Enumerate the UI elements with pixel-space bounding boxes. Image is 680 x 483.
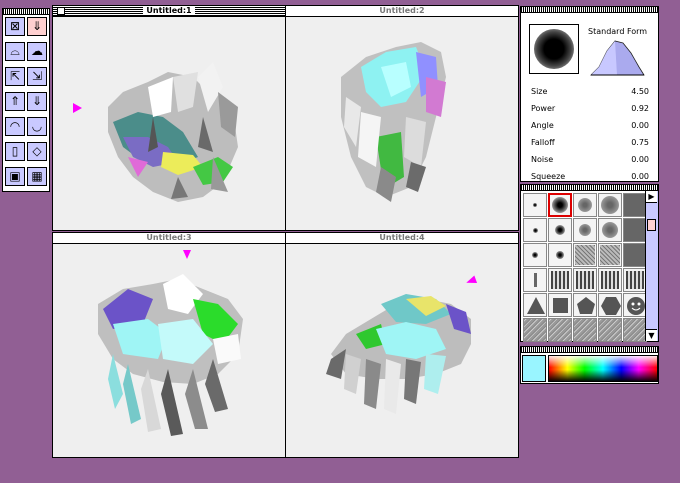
viewport-window-3[interactable]: Untitled:3 (52, 232, 286, 458)
brush-cell[interactable] (598, 243, 622, 267)
param-label: Size (531, 87, 548, 96)
brush-cell[interactable] (623, 218, 647, 242)
brush-library-panel: ▶ ▼ (520, 184, 659, 342)
brush-cell[interactable] (598, 318, 622, 342)
scroll-thumb[interactable] (647, 219, 656, 231)
close-box-icon[interactable] (57, 7, 65, 15)
brush-cell[interactable] (573, 243, 597, 267)
panel-drag-bar[interactable] (521, 347, 658, 353)
param-label: Falloff (531, 138, 555, 147)
brush-cell[interactable] (623, 243, 647, 267)
color-picker-panel (520, 346, 659, 384)
window-title: Untitled:3 (143, 233, 195, 242)
push-down-icon[interactable]: ⇓ (27, 92, 47, 111)
scroll-down-icon[interactable]: ▼ (646, 329, 657, 341)
brush-cell[interactable] (573, 268, 597, 292)
pull-up-icon[interactable]: ⇑ (5, 92, 25, 111)
brush-cell[interactable] (598, 193, 622, 217)
window-title: Untitled:4 (376, 233, 428, 242)
window-title-bar[interactable]: Untitled:3 (53, 233, 285, 244)
window-title: Untitled:1 (143, 6, 195, 15)
view-marker-icon (183, 250, 191, 259)
brush-cell[interactable] (548, 243, 572, 267)
brush-cell[interactable] (598, 268, 622, 292)
window-title-bar[interactable]: Untitled:4 (286, 233, 518, 244)
brush-cell[interactable] (523, 268, 547, 292)
param-value[interactable]: 0.75 (631, 134, 649, 151)
brush-params-list: Size 4.50 Power 0.92 Angle 0.00 Falloff 0.75 Noi… (531, 83, 649, 185)
brush-cell[interactable] (623, 293, 647, 317)
param-row-angle[interactable]: Angle 0.00 (531, 117, 649, 134)
brush-cell[interactable] (598, 218, 622, 242)
brush-tool-icon[interactable]: ⊠ (5, 17, 25, 36)
fan-in-icon[interactable]: ◡ (27, 117, 47, 136)
param-value[interactable]: 0.00 (631, 151, 649, 168)
viewport-window-2[interactable]: Untitled:2 (285, 5, 519, 231)
window-title-bar[interactable]: Untitled:2 (286, 6, 518, 17)
brush-cell[interactable] (598, 293, 622, 317)
tool-palette: ⊠ ⇓ ⌓ ☁ ⇱ ⇲ ⇑ ⇓ ◠ ◡ ▯ ◇ ▣ ▦ (2, 8, 50, 192)
tool-palette-drag-bar[interactable] (3, 9, 49, 15)
window-title-bar[interactable]: Untitled:1 (53, 6, 285, 17)
param-row-power[interactable]: Power 0.92 (531, 100, 649, 117)
brush-cell[interactable] (523, 318, 547, 342)
param-label: Squeeze (531, 172, 566, 181)
param-value[interactable]: 0.92 (631, 100, 649, 117)
param-value[interactable]: 0.00 (631, 168, 649, 185)
brush-cell[interactable] (573, 293, 597, 317)
viewport-window-1[interactable]: Untitled:1 (52, 5, 286, 231)
panel-drag-bar[interactable] (521, 185, 658, 191)
sculpt-mesh-view-1[interactable] (53, 17, 285, 230)
window-title: Untitled:2 (376, 6, 428, 15)
brush-cell[interactable] (548, 293, 572, 317)
box-icon[interactable]: ▦ (27, 167, 47, 186)
color-spectrum[interactable] (548, 355, 658, 382)
brush-cell[interactable] (623, 268, 647, 292)
brush-settings-panel: Standard Form Size 4.50 Power 0.92 Angle 0.00… (520, 6, 659, 182)
brush-cell[interactable] (573, 318, 597, 342)
param-label: Power (531, 104, 556, 113)
brush-cell[interactable] (573, 218, 597, 242)
push-in-icon[interactable]: ⇲ (27, 67, 47, 86)
brush-cell[interactable] (623, 193, 647, 217)
brush-cell[interactable] (548, 268, 572, 292)
view-marker-icon (73, 103, 82, 113)
brush-cell[interactable] (548, 318, 572, 342)
brush-cell[interactable] (523, 218, 547, 242)
param-row-squeeze[interactable]: Squeeze 0.00 (531, 168, 649, 185)
param-row-falloff[interactable]: Falloff 0.75 (531, 134, 649, 151)
cylinder-icon[interactable]: ▯ (5, 142, 25, 161)
scroll-right-icon[interactable]: ▶ (646, 191, 657, 203)
brush-cell[interactable] (523, 243, 547, 267)
cube-icon[interactable]: ▣ (5, 167, 25, 186)
sculpt-mesh-view-4[interactable] (286, 244, 518, 457)
falloff-form-preview[interactable] (589, 37, 645, 77)
current-color-swatch[interactable] (522, 355, 546, 382)
form-label: Standard Form (588, 27, 648, 36)
param-label: Angle (531, 121, 554, 130)
inflate-tool-icon[interactable]: ☁ (27, 42, 47, 61)
paint-drip-icon[interactable]: ⇓ (27, 17, 47, 36)
param-value[interactable]: 4.50 (631, 83, 649, 100)
cone-icon[interactable]: ◇ (27, 142, 47, 161)
push-out-icon[interactable]: ⇱ (5, 67, 25, 86)
brush-cell[interactable] (623, 318, 647, 342)
brush-cell[interactable] (523, 293, 547, 317)
param-row-size[interactable]: Size 4.50 (531, 83, 649, 100)
sculpt-mesh-view-3[interactable] (53, 244, 285, 457)
library-scrollbar[interactable]: ▶ ▼ (645, 191, 658, 341)
brush-cell[interactable] (523, 193, 547, 217)
param-value[interactable]: 0.00 (631, 117, 649, 134)
param-row-noise[interactable]: Noise 0.00 (531, 151, 649, 168)
brush-preview (529, 24, 579, 74)
brush-cell[interactable] (548, 193, 572, 217)
fan-out-icon[interactable]: ◠ (5, 117, 25, 136)
param-label: Noise (531, 155, 554, 164)
sculpt-mesh-view-2[interactable] (286, 17, 518, 230)
viewport-window-4[interactable]: Untitled:4 (285, 232, 519, 458)
brush-cell[interactable] (573, 193, 597, 217)
brush-cell[interactable] (548, 218, 572, 242)
smooth-tool-icon[interactable]: ⌓ (5, 42, 25, 61)
panel-drag-bar[interactable] (521, 7, 658, 13)
